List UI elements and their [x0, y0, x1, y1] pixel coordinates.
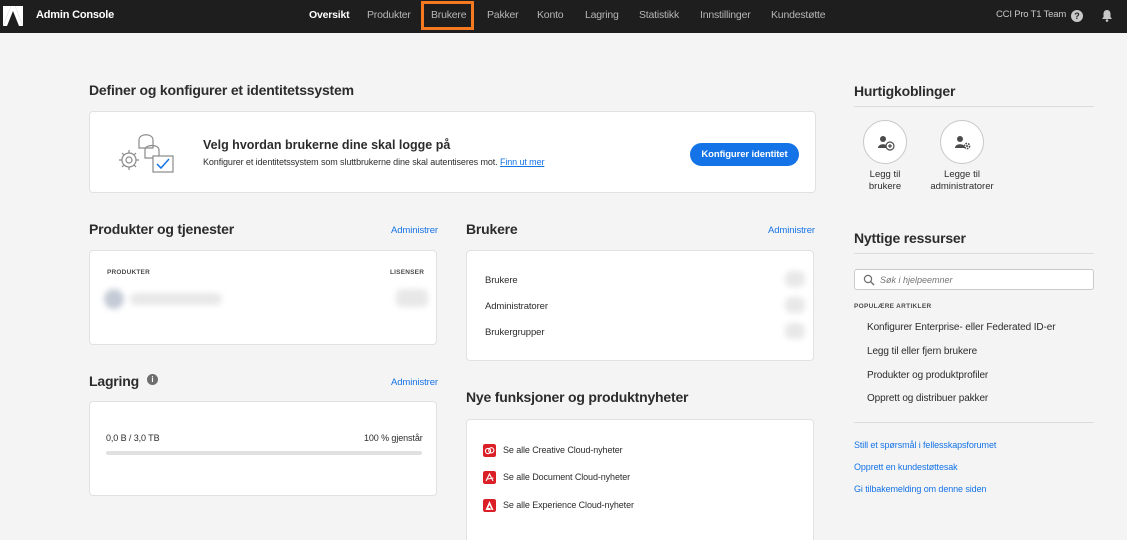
products-manage-link[interactable]: Administrer [391, 225, 438, 236]
help-search-input[interactable] [880, 273, 1080, 287]
popular-articles-heading: POPULÆRE ARTIKLER [854, 303, 932, 310]
product-name-blurred [130, 293, 222, 305]
article-link[interactable]: Produkter og produktprofiler [867, 370, 988, 381]
acrobat-icon [483, 471, 496, 484]
users-heading: Brukere [466, 221, 518, 237]
top-bar: Admin Console Oversikt Produkter Brukere… [0, 0, 1127, 33]
admins-count-blurred [785, 297, 805, 313]
nav-item-account[interactable]: Konto [537, 9, 564, 21]
add-users-label-line2: brukere [868, 181, 902, 192]
news-label: Se alle Experience Cloud-nyheter [503, 500, 634, 510]
nav-item-products[interactable]: Produkter [367, 9, 411, 21]
products-card: PRODUKTER LISENSER [89, 250, 437, 345]
storage-card: 0,0 B / 3,0 TB 100 % gjenstår [89, 401, 437, 496]
license-count-blurred [396, 289, 428, 307]
nav-item-storage[interactable]: Lagring [585, 9, 619, 21]
add-admins-label-line2: administratorer [930, 181, 994, 192]
storage-progress-bar [106, 451, 422, 455]
nav-item-users[interactable]: Brukere [431, 9, 467, 21]
groups-count-blurred [785, 323, 805, 339]
creative-cloud-icon [483, 444, 496, 457]
help-search-box[interactable] [854, 269, 1094, 290]
user-groups-row-label[interactable]: Brukergrupper [485, 327, 545, 338]
add-admin-icon [955, 136, 971, 150]
adobe-icon [483, 499, 496, 512]
info-icon[interactable]: i [147, 374, 158, 385]
products-heading: Produkter og tjenester [89, 221, 234, 237]
add-admins-button[interactable] [940, 120, 984, 164]
news-label: Se alle Document Cloud-nyheter [503, 472, 631, 482]
news-card: Se alle Creative Cloud-nyheter Se alle D… [466, 419, 814, 540]
users-card: Brukere Administratorer Brukergrupper [466, 250, 814, 361]
identity-title: Velg hvordan brukerne dine skal logge på [203, 138, 451, 152]
configure-identity-button[interactable]: Konfigurer identitet [690, 143, 799, 166]
identity-description: Konfigurer et identitetssystem som slutt… [203, 157, 544, 167]
quicklinks-heading: Hurtigkoblinger [854, 83, 956, 99]
article-link[interactable]: Legg til eller fjern brukere [867, 346, 977, 357]
learn-more-link[interactable]: Finn ut mer [500, 157, 545, 167]
bell-icon[interactable] [1101, 9, 1113, 22]
org-switcher[interactable]: CCI Pro T1 Team [996, 9, 1066, 20]
resources-divider [854, 253, 1094, 254]
identity-heading: Definer og konfigurer et identitetssyste… [89, 82, 354, 98]
nav-item-support[interactable]: Kundestøtte [771, 9, 826, 21]
add-users-label-line1: Legg til [869, 169, 901, 180]
add-admins-label-line1: Legge til [944, 169, 980, 180]
add-admins-label[interactable]: Legge til administratorer [917, 169, 1007, 193]
news-heading: Nye funksjoner og produktnyheter [466, 389, 689, 405]
nav-item-packages[interactable]: Pakker [487, 9, 519, 21]
products-column-header: PRODUKTER [107, 269, 150, 276]
storage-manage-link[interactable]: Administrer [391, 377, 438, 388]
users-row-label[interactable]: Brukere [485, 275, 518, 286]
article-link[interactable]: Konfigurer Enterprise- eller Federated I… [867, 322, 1056, 333]
storage-remaining: 100 % gjenstår [364, 433, 423, 443]
create-support-case-link[interactable]: Opprett en kundestøttesak [854, 462, 958, 472]
identity-card: Velg hvordan brukerne dine skal logge på… [89, 111, 816, 193]
product-icon-blurred [104, 289, 124, 309]
feedback-link[interactable]: Gi tilbakemelding om denne siden [854, 484, 986, 494]
app-title[interactable]: Admin Console [36, 9, 114, 21]
users-manage-link[interactable]: Administrer [768, 225, 815, 236]
identity-description-text: Konfigurer et identitetssystem som slutt… [203, 157, 498, 167]
resources-heading: Nyttige ressurser [854, 230, 966, 246]
add-user-icon [878, 136, 895, 151]
nav-item-overview[interactable]: Oversikt [309, 9, 350, 21]
quicklinks-divider [854, 106, 1094, 107]
help-icon[interactable]: ? [1071, 10, 1083, 22]
licenses-column-header: LISENSER [390, 269, 425, 276]
search-icon [863, 274, 875, 286]
links-divider [854, 422, 1094, 423]
add-users-button[interactable] [863, 120, 907, 164]
users-count-blurred [785, 271, 805, 287]
article-link[interactable]: Opprett og distribuer pakker [867, 393, 988, 404]
community-forum-link[interactable]: Still et spørsmål i fellesskapsforumet [854, 440, 996, 450]
storage-usage: 0,0 B / 3,0 TB [106, 433, 160, 443]
news-label: Se alle Creative Cloud-nyheter [503, 445, 623, 455]
identity-illustration-icon [119, 134, 174, 173]
nav-item-settings[interactable]: Innstillinger [700, 9, 751, 21]
storage-heading: Lagring [89, 373, 139, 389]
adobe-logo-icon[interactable] [2, 5, 24, 27]
admins-row-label[interactable]: Administratorer [485, 301, 548, 312]
nav-item-insights[interactable]: Statistikk [639, 9, 679, 21]
